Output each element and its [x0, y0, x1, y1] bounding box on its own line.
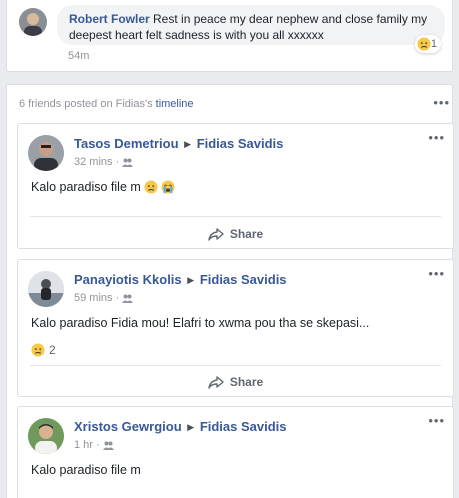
post-text: Kalo paradiso Fidia mou! Elafri to xwma … — [31, 316, 369, 330]
post-time[interactable]: 59 mins · — [74, 292, 119, 304]
post-reactions[interactable]: 2 — [31, 343, 56, 357]
reaction-count: 2 — [49, 343, 56, 357]
post-body: Kalo paradiso Fidia mou! Elafri to xwma … — [31, 316, 370, 330]
post-card: Xristos Gewrgiou ▶ Fidias Savidis 1 hr ·… — [17, 406, 454, 498]
share-icon — [208, 227, 224, 241]
post-divider — [30, 365, 441, 366]
share-label: Share — [229, 227, 264, 241]
share-icon — [208, 375, 224, 389]
section-header-text: 6 friends posted on Fidias's — [19, 98, 153, 110]
comment-time[interactable]: 54m — [68, 50, 89, 62]
post-meta: 32 mins · — [74, 156, 134, 168]
post-time[interactable]: 32 mins · — [74, 156, 119, 168]
post-author-avatar[interactable] — [28, 135, 64, 171]
crying-face-emoji-icon — [161, 180, 175, 194]
share-label: Share — [229, 375, 264, 389]
arrow-right-icon: ▶ — [187, 275, 195, 285]
post-divider — [30, 216, 441, 217]
post-card: Panayiotis Kkolis ▶ Fidias Savidis 59 mi… — [17, 259, 454, 397]
post-body: Kalo paradiso file m — [31, 180, 141, 194]
post-author-avatar[interactable] — [28, 271, 64, 307]
sad-react-icon — [417, 37, 431, 51]
post-time[interactable]: 1 hr · — [74, 439, 100, 451]
comment-reactions[interactable]: 1 — [414, 35, 441, 53]
post-more-icon[interactable]: ••• — [428, 130, 445, 145]
post-target[interactable]: Fidias Savidis — [197, 136, 284, 151]
post-author-avatar[interactable] — [28, 418, 64, 454]
share-button[interactable]: Share — [18, 367, 453, 397]
post-header: Xristos Gewrgiou ▶ Fidias Savidis — [74, 419, 287, 434]
post-author[interactable]: Panayiotis Kkolis — [74, 272, 182, 287]
arrow-right-icon: ▶ — [187, 422, 195, 432]
section-header: 6 friends posted on Fidias's timeline — [19, 98, 194, 110]
timeline-link[interactable]: timeline — [156, 98, 194, 110]
post-card: Tasos Demetriou ▶ Fidias Savidis 32 mins… — [17, 123, 454, 249]
sad-face-emoji-icon — [144, 180, 158, 194]
commenter-avatar[interactable] — [19, 8, 47, 36]
post-target[interactable]: Fidias Savidis — [200, 419, 287, 434]
friends-audience-icon[interactable] — [102, 441, 114, 450]
comment-reaction-count: 1 — [430, 38, 437, 50]
post-meta: 1 hr · — [74, 439, 114, 451]
sad-react-icon — [31, 343, 45, 357]
comment-author[interactable]: Robert Fowler — [69, 12, 150, 26]
comment-card: Robert Fowler Rest in peace my dear neph… — [6, 0, 453, 72]
section-more-icon[interactable]: ••• — [433, 95, 450, 110]
post-more-icon[interactable]: ••• — [428, 266, 445, 281]
post-body: Kalo paradiso file m — [31, 463, 141, 477]
post-header: Panayiotis Kkolis ▶ Fidias Savidis — [74, 272, 287, 287]
post-author[interactable]: Xristos Gewrgiou — [74, 419, 182, 434]
post-more-icon[interactable]: ••• — [428, 413, 445, 428]
post-header: Tasos Demetriou ▶ Fidias Savidis — [74, 136, 283, 151]
friends-audience-icon[interactable] — [122, 158, 134, 167]
arrow-right-icon: ▶ — [184, 139, 192, 149]
friends-audience-icon[interactable] — [122, 294, 134, 303]
post-text: Kalo paradiso file m — [31, 180, 175, 194]
post-author[interactable]: Tasos Demetriou — [74, 136, 179, 151]
post-target[interactable]: Fidias Savidis — [200, 272, 287, 287]
comment-bubble: Robert Fowler Rest in peace my dear neph… — [57, 5, 445, 53]
friends-posted-card: 6 friends posted on Fidias's timeline ••… — [6, 84, 454, 498]
post-text: Kalo paradiso file m — [31, 463, 141, 477]
share-button[interactable]: Share — [18, 219, 453, 249]
post-meta: 59 mins · — [74, 292, 134, 304]
